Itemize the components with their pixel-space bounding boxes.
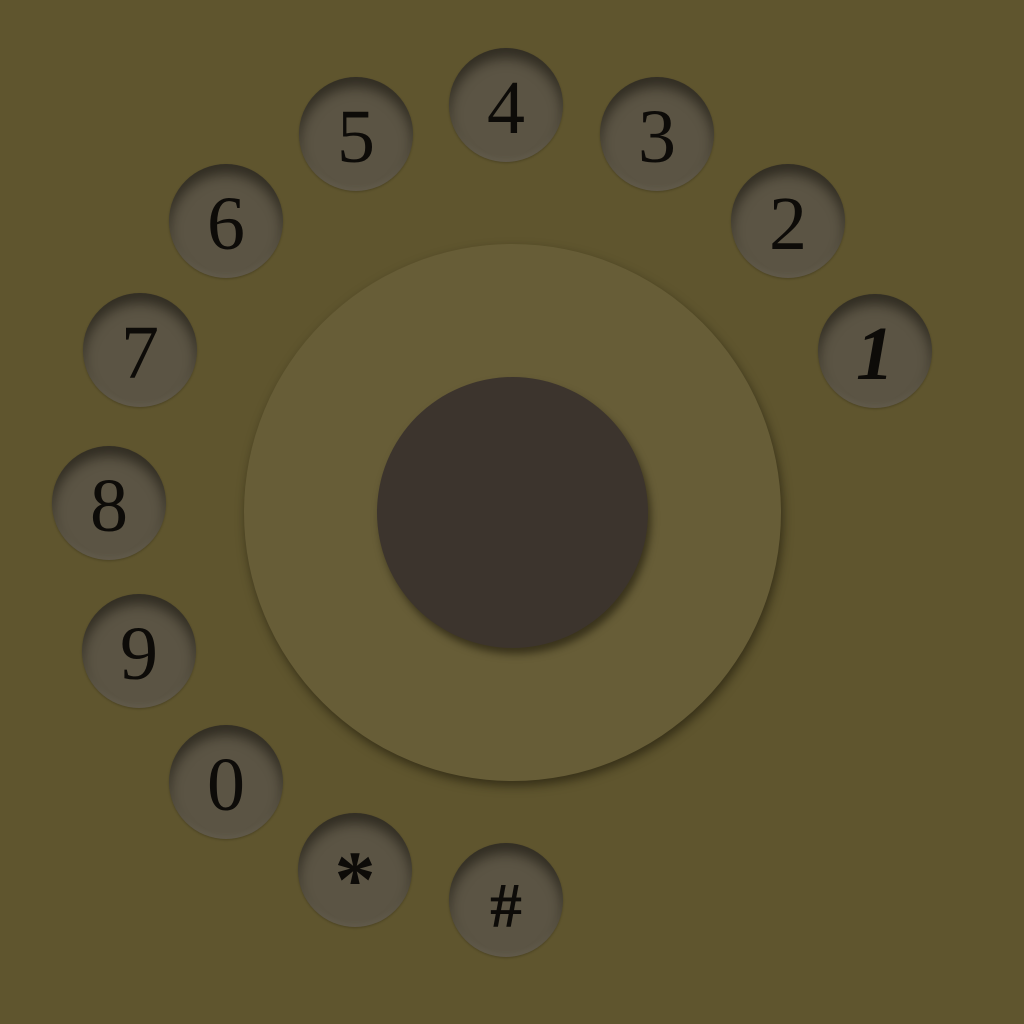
dial-key-star[interactable]: * [298, 813, 412, 927]
dial-key-5[interactable]: 5 [299, 77, 413, 191]
dial-key-3[interactable]: 3 [600, 77, 714, 191]
dial-key-label: # [490, 870, 522, 941]
dial-key-2[interactable]: 2 [731, 164, 845, 278]
dial-key-9[interactable]: 9 [82, 594, 196, 708]
rotary-dial: 1 2 3 4 5 6 7 8 9 0 * # [0, 0, 1024, 1024]
dial-key-1[interactable]: 1 [818, 294, 932, 408]
dial-key-hash[interactable]: # [449, 843, 563, 957]
dial-key-label: 6 [207, 182, 245, 266]
dial-key-label: 4 [487, 66, 525, 150]
dial-key-label: * [334, 834, 376, 925]
dial-key-label: 0 [207, 743, 245, 827]
dial-key-8[interactable]: 8 [52, 446, 166, 560]
dial-key-label: 9 [120, 612, 158, 696]
dial-key-7[interactable]: 7 [83, 293, 197, 407]
dial-key-label: 5 [337, 95, 375, 179]
dial-key-label: 1 [856, 312, 894, 396]
dial-key-4[interactable]: 4 [449, 48, 563, 162]
center-hub [377, 377, 648, 648]
dial-key-0[interactable]: 0 [169, 725, 283, 839]
dial-key-label: 3 [638, 95, 676, 179]
dial-key-label: 2 [769, 182, 807, 266]
dial-key-6[interactable]: 6 [169, 164, 283, 278]
dial-key-label: 7 [121, 311, 159, 395]
dial-key-label: 8 [90, 464, 128, 548]
